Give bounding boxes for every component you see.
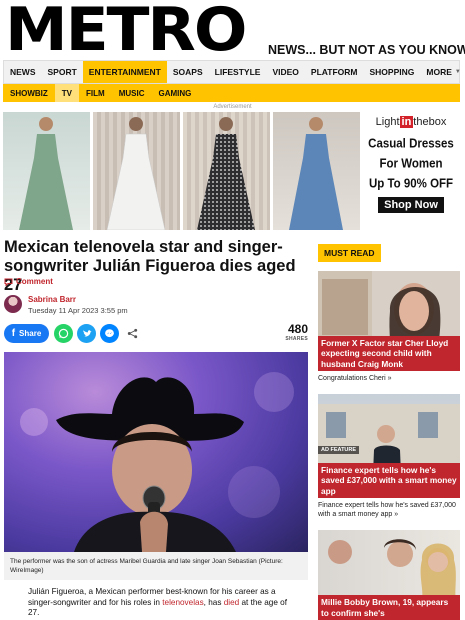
nav-item-platform[interactable]: PLATFORM <box>305 61 364 83</box>
twitter-share-button[interactable] <box>77 324 96 343</box>
share-count: 480 SHARES <box>285 322 308 342</box>
share-count-label: SHARES <box>285 336 308 342</box>
ad-brand-logo: Light in thebox <box>375 116 447 128</box>
nav-item-more[interactable]: MORE ▼ <box>420 61 465 83</box>
ad-headline-1: Casual Dresses <box>368 137 454 151</box>
sub-nav: SHOWBIZ TV FILM MUSIC GAMING <box>3 84 460 102</box>
comment-icon <box>4 278 13 286</box>
advertisement-banner[interactable]: Light in thebox Casual Dresses For Women U… <box>3 112 461 230</box>
must-read-card[interactable]: AD FEATURE Finance expert tells how he's… <box>318 394 460 519</box>
main-nav: NEWS SPORT ENTERTAINMENT SOAPS LIFESTYLE… <box>3 60 461 84</box>
photo-caption: The performer was the son of actress Mar… <box>4 552 308 580</box>
must-read-card-subtitle[interactable]: Congratulations Cheri » <box>318 374 460 383</box>
share-icon <box>127 328 138 339</box>
article-main-photo[interactable] <box>4 352 308 552</box>
subnav-item-film[interactable]: FILM <box>79 84 112 102</box>
ad-dress-photo <box>183 112 270 230</box>
nav-item-entertainment[interactable]: ENTERTAINMENT <box>82 61 167 83</box>
ad-dress-photo <box>93 112 180 230</box>
ad-shop-now-button[interactable]: Shop Now <box>378 197 444 213</box>
nav-item-soaps[interactable]: SOAPS <box>167 61 209 83</box>
messenger-icon <box>105 329 114 338</box>
author-avatar[interactable] <box>4 295 22 313</box>
must-read-card-image: Millie Bobby Brown, 19, appears to confi… <box>318 530 460 620</box>
comment-link[interactable]: Comment <box>4 277 53 286</box>
must-read-card-title[interactable]: Former X Factor star Cher Lloyd expectin… <box>318 335 460 371</box>
ad-label: Advertisement <box>213 104 252 110</box>
byline: Sabrina Barr Tuesday 11 Apr 2023 3:55 pm <box>4 295 304 317</box>
subnav-item-music[interactable]: MUSIC <box>112 84 152 102</box>
nav-item-lifestyle[interactable]: LIFESTYLE <box>209 61 267 83</box>
ad-copy: Light in thebox Casual Dresses For Women U… <box>363 112 459 230</box>
whatsapp-icon <box>58 328 69 339</box>
ad-dress-photo <box>3 112 90 230</box>
nav-item-video[interactable]: VIDEO <box>266 61 304 83</box>
must-read-card-subtitle[interactable]: Finance expert tells how he's saved £37,… <box>318 501 460 519</box>
must-read-card[interactable]: Former X Factor star Cher Lloyd expectin… <box>318 271 460 383</box>
facebook-share-button[interactable]: f Share <box>4 324 49 343</box>
masthead: METRO NEWS... BUT NOT AS YOU KNOW IT <box>0 0 465 60</box>
ad-headline-3: Up To 90% OFF <box>368 177 454 191</box>
whatsapp-share-button[interactable] <box>54 324 73 343</box>
must-read-card-title[interactable]: Millie Bobby Brown, 19, appears to confi… <box>318 595 460 620</box>
facebook-icon: f <box>11 328 16 339</box>
more-share-button[interactable] <box>123 324 142 343</box>
article-body-paragraph: Julián Figueroa, a Mexican performer bes… <box>28 587 287 617</box>
publish-date: Tuesday 11 Apr 2023 3:55 pm <box>28 306 128 315</box>
share-label: Share <box>19 329 42 338</box>
messenger-share-button[interactable] <box>100 324 119 343</box>
twitter-icon <box>82 330 92 337</box>
must-read-card-image: Former X Factor star Cher Lloyd expectin… <box>318 271 460 371</box>
dress-shape <box>19 134 73 230</box>
chevron-down-icon: ▼ <box>454 69 461 75</box>
subnav-item-gaming[interactable]: GAMING <box>151 84 198 102</box>
nav-item-more-label: MORE <box>426 67 452 77</box>
nav-item-sport[interactable]: SPORT <box>42 61 83 83</box>
article-headline: Mexican telenovela star and singer-songw… <box>4 238 296 294</box>
subnav-item-tv[interactable]: TV <box>54 84 80 102</box>
nav-item-shopping[interactable]: SHOPPING <box>364 61 421 83</box>
nav-item-news[interactable]: NEWS <box>4 61 42 83</box>
author-name[interactable]: Sabrina Barr <box>28 295 76 304</box>
ad-headline-2: For Women <box>379 157 443 171</box>
ad-feature-badge: AD FEATURE <box>318 446 360 454</box>
subnav-item-showbiz[interactable]: SHOWBIZ <box>3 84 55 102</box>
telenovelas-link[interactable]: telenovelas <box>162 598 203 607</box>
share-count-number: 480 <box>287 322 308 336</box>
share-bar: f Share 480 SHARES <box>4 322 308 344</box>
metro-logo[interactable]: METRO <box>5 0 247 60</box>
comment-label: Comment <box>16 277 53 286</box>
tagline: NEWS... BUT NOT AS YOU KNOW IT <box>268 43 465 57</box>
must-read-card[interactable]: Millie Bobby Brown, 19, appears to confi… <box>318 530 460 620</box>
must-read-card-image: AD FEATURE Finance expert tells how he's… <box>318 394 460 498</box>
died-link[interactable]: died <box>224 598 239 607</box>
must-read-card-title[interactable]: Finance expert tells how he's saved £37,… <box>318 462 460 498</box>
must-read-heading: MUST READ <box>318 244 381 262</box>
ad-dress-photo <box>273 112 360 230</box>
